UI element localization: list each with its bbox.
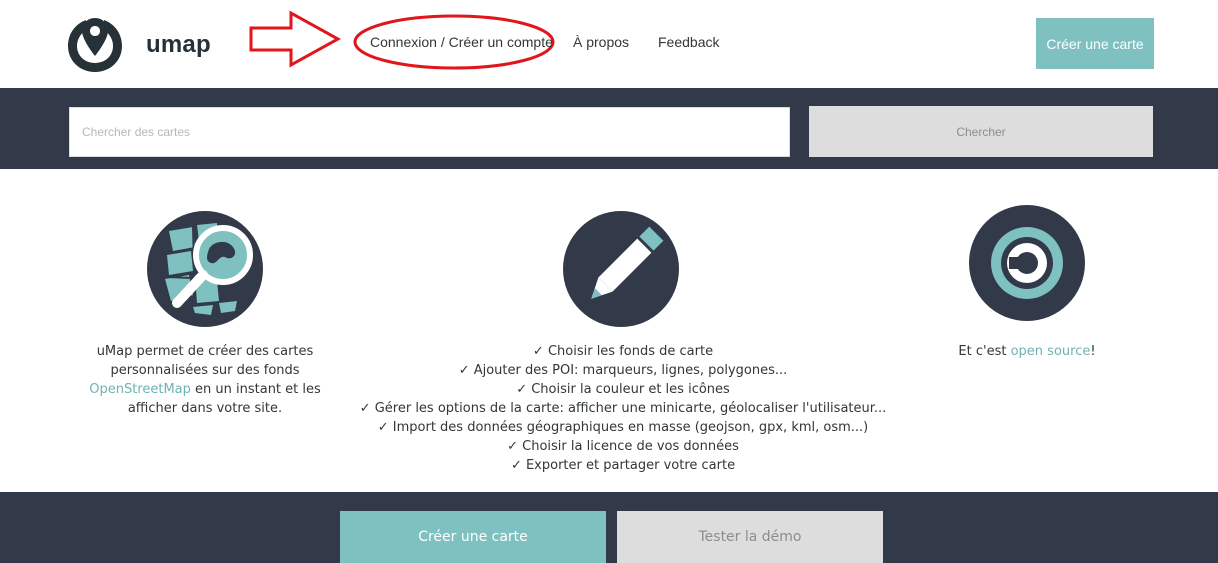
opensource-text: Et c'est open source! bbox=[912, 342, 1142, 361]
nav-login-link[interactable]: Connexion / Créer un compte bbox=[370, 34, 553, 50]
create-map-button-bottom[interactable]: Créer une carte bbox=[340, 511, 606, 563]
checklist-item: ✓ Gérer les options de la carte: affiche… bbox=[359, 401, 887, 416]
openstreetmap-link[interactable]: OpenStreetMap bbox=[89, 382, 191, 397]
intro-text: uMap permet de créer des cartes personna… bbox=[70, 342, 340, 418]
checklist-item: ✓ Choisir la licence de vos données bbox=[507, 439, 739, 454]
search-bar: Chercher bbox=[0, 88, 1218, 169]
feature-checklist: ✓ Choisir les fonds de carte ✓ Ajouter d… bbox=[333, 342, 913, 475]
checklist-item: ✓ Import des données géographiques en ma… bbox=[377, 420, 869, 435]
nav-about-link[interactable]: À propos bbox=[573, 34, 629, 50]
search-input[interactable] bbox=[69, 107, 790, 157]
checklist-item: ✓ Choisir la couleur et les icônes bbox=[516, 382, 730, 397]
red-arrow-annotation bbox=[249, 10, 341, 68]
open-source-link[interactable]: open source bbox=[1011, 344, 1091, 359]
create-map-button[interactable]: Créer une carte bbox=[1036, 18, 1154, 69]
bottom-actions: Créer une carte Tester la démo bbox=[0, 492, 1218, 563]
try-demo-button[interactable]: Tester la démo bbox=[617, 511, 883, 563]
opensource-text-after: ! bbox=[1090, 344, 1096, 359]
logo[interactable]: umap bbox=[68, 16, 211, 74]
nav-feedback-link[interactable]: Feedback bbox=[658, 34, 719, 50]
site-header: umap Connexion / Créer un compte À propo… bbox=[0, 0, 1218, 88]
pencil-icon bbox=[563, 211, 679, 327]
intro-text-before: uMap permet de créer des cartes personna… bbox=[96, 344, 314, 378]
checklist-item: ✓ Ajouter des POI: marqueurs, lignes, po… bbox=[458, 363, 788, 378]
brand-name: umap bbox=[146, 31, 211, 58]
location-pin-icon bbox=[68, 18, 122, 72]
search-button[interactable]: Chercher bbox=[809, 106, 1153, 157]
opensource-text-before: Et c'est bbox=[958, 344, 1011, 359]
map-magnifier-icon bbox=[147, 211, 263, 327]
copyleft-icon bbox=[969, 205, 1085, 321]
checklist-item: ✓ Exporter et partager votre carte bbox=[510, 458, 736, 473]
checklist-item: ✓ Choisir les fonds de carte bbox=[532, 344, 714, 359]
